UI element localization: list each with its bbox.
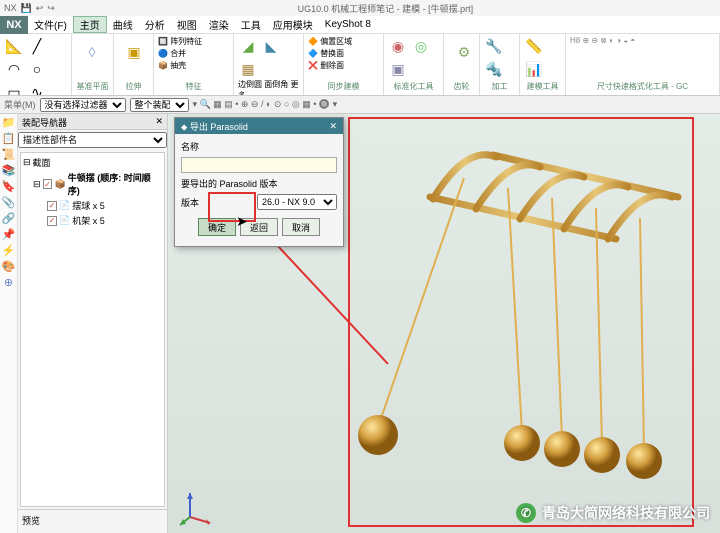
name-label: 名称	[181, 140, 337, 153]
nav-column-select[interactable]: 描述性部件名	[18, 132, 167, 148]
group-sync-label: 同步建模	[308, 80, 379, 93]
datum-plane-icon[interactable]: ◊	[76, 36, 108, 68]
group-std-label: 标准化工具	[388, 80, 439, 93]
nav-title: 装配导航器	[22, 116, 67, 127]
menu-dropdown[interactable]: 菜单(M)	[4, 98, 36, 111]
group-datum-label: 基准平面	[76, 80, 109, 93]
selection-bar: 菜单(M) 没有选择过滤器 整个装配 ▾ 🔍 ▦ ▤ • ⊕ ⊖ / ◐ ⊙ ○…	[0, 96, 720, 114]
menu-bar: NX 文件(F) 主页 曲线 分析 视图 渲染 工具 应用模块 KeyShot …	[0, 16, 720, 34]
mt1-icon[interactable]: 📏	[524, 36, 544, 56]
tool6-icon[interactable]: 📎	[2, 196, 16, 210]
nx-logo: NX	[0, 16, 28, 34]
tool8-icon[interactable]: 📌	[2, 228, 16, 242]
assembly-navigator: 装配导航器 ✕ 描述性部件名 ⊟截面 ⊟📦牛顿摆 (顺序: 时间顺序) 📄摆球 …	[18, 114, 168, 533]
hist-icon[interactable]: 📜	[2, 148, 16, 162]
dialog-title: ⬥ 导出 Parasolid	[181, 120, 248, 133]
tab-app[interactable]: 应用模块	[267, 17, 319, 32]
group-extrude-label: 拉伸	[118, 80, 149, 93]
mfg1-icon[interactable]: 🔧	[484, 36, 504, 56]
std1-icon[interactable]: ◉	[388, 36, 408, 56]
nav-close-icon[interactable]: ✕	[155, 116, 163, 127]
child1-checkbox[interactable]	[47, 201, 57, 211]
line-icon[interactable]: ╱	[27, 36, 47, 56]
left-toolbar: 📁 📋 📜 📚 🔖 📎 🔗 📌 ⚡ 🎨 ⊕	[0, 114, 18, 533]
redo-icon[interactable]: ↪	[47, 3, 55, 14]
arc-icon[interactable]: ◠	[4, 59, 24, 79]
circle-icon[interactable]: ○	[27, 59, 47, 79]
tree-root: ⊟📦牛顿摆 (顺序: 时间顺序)	[23, 170, 162, 198]
tree-child-2: 📄机架 x 5	[23, 213, 162, 228]
unite-feature[interactable]: 🔵 合并	[158, 48, 229, 59]
tab-curve[interactable]: 曲线	[107, 17, 139, 32]
child2-checkbox[interactable]	[47, 216, 57, 226]
mt2-icon[interactable]: 📊	[524, 59, 544, 79]
shell-feature[interactable]: 📦 抽壳	[158, 60, 229, 71]
title-bar: NX 💾 ↩ ↪ UG10.0 机械工程师笔记 - 建模 - [牛顿摆.prt]	[0, 0, 720, 16]
std3-icon[interactable]: ▣	[388, 59, 408, 79]
tab-view[interactable]: 视图	[171, 17, 203, 32]
dialog-close-icon[interactable]: ✕	[329, 121, 337, 132]
replace-face[interactable]: 🔷 替换面	[308, 48, 379, 59]
tree-child-1: 📄摆球 x 5	[23, 198, 162, 213]
blend-icon[interactable]: ◢	[238, 36, 258, 56]
part-icon[interactable]: 📋	[2, 132, 16, 146]
gear-icon[interactable]: ⚙	[448, 36, 480, 68]
scope-select[interactable]: 整个装配	[130, 98, 189, 112]
tool11-icon[interactable]: ⊕	[2, 276, 16, 290]
tree-section: ⊟截面	[23, 155, 162, 170]
nav-icon[interactable]: 📁	[2, 116, 16, 130]
tool7-icon[interactable]: 🔗	[2, 212, 16, 226]
window-title: UG10.0 机械工程师笔记 - 建模 - [牛顿摆.prt]	[55, 2, 716, 15]
rect-icon[interactable]: ▭	[4, 82, 24, 96]
wechat-icon: ✆	[516, 503, 536, 523]
filter-select[interactable]: 没有选择过滤器	[40, 98, 126, 112]
tab-keyshot[interactable]: KeyShot 8	[319, 19, 377, 30]
watermark: ✆ 青岛大简网络科技有限公司	[516, 503, 710, 523]
tab-analysis[interactable]: 分析	[139, 17, 171, 32]
mfg2-icon[interactable]: 🔩	[484, 59, 504, 79]
view-triad-icon	[178, 487, 218, 527]
model-render	[348, 117, 694, 527]
nav-preview-label[interactable]: 预览	[18, 509, 167, 533]
more-icon[interactable]: ▦	[238, 59, 258, 79]
delete-face[interactable]: ❌ 删除面	[308, 60, 379, 71]
offset-region[interactable]: 🔶 偏置区域	[308, 36, 379, 47]
cancel-button[interactable]: 取消	[282, 218, 320, 236]
version-short-label: 版本	[181, 196, 199, 209]
tab-tools[interactable]: 工具	[235, 17, 267, 32]
app-nx-label: NX	[4, 3, 17, 13]
pattern-feature[interactable]: 🔲 阵列特征	[158, 36, 229, 47]
ok-button[interactable]: 确定	[198, 218, 236, 236]
tool10-icon[interactable]: 🎨	[2, 260, 16, 274]
tool9-icon[interactable]: ⚡	[2, 244, 16, 258]
group-mfg-label: 加工	[484, 80, 515, 93]
extrude-icon[interactable]: ▣	[118, 36, 150, 68]
version-section-label: 要导出的 Parasolid 版本	[181, 177, 337, 190]
version-select[interactable]: 26.0 - NX 9.0	[257, 194, 337, 210]
std2-icon[interactable]: ◎	[411, 36, 431, 56]
sketch-icon[interactable]: 📐	[4, 36, 24, 56]
group-gear-label: 齿轮	[448, 80, 475, 93]
undo-icon[interactable]: ↩	[36, 3, 44, 14]
back-button[interactable]: 返回	[240, 218, 278, 236]
ribbon: 📐 ╱ ◠ ○ ▭ ∿ + 直接草图 ◊ 基准平面 ▣ 拉伸 🔲 阵列特征 🔵 …	[0, 34, 720, 96]
group-dim-label: 尺寸快速格式化工具 - GC	[570, 80, 715, 93]
layer-icon[interactable]: 📚	[2, 164, 16, 178]
tab-render[interactable]: 渲染	[203, 17, 235, 32]
menu-file[interactable]: 文件(F)	[28, 17, 73, 32]
tab-home[interactable]: 主页	[73, 16, 107, 33]
name-input[interactable]	[181, 157, 337, 173]
chamfer-icon[interactable]: ◣	[261, 36, 281, 56]
save-icon[interactable]: 💾	[21, 3, 32, 14]
watermark-text: 青岛大简网络科技有限公司	[542, 503, 710, 523]
tool5-icon[interactable]: 🔖	[2, 180, 16, 194]
group-feature-label: 特征	[158, 80, 229, 93]
group-modeltool-label: 建模工具	[524, 80, 561, 93]
nav-tree[interactable]: ⊟截面 ⊟📦牛顿摆 (顺序: 时间顺序) 📄摆球 x 5 📄机架 x 5	[20, 152, 165, 507]
root-checkbox[interactable]	[43, 179, 53, 189]
viewport[interactable]: ⬥ 导出 Parasolid ✕ 名称 要导出的 Parasolid 版本 版本…	[168, 114, 720, 533]
spline-icon[interactable]: ∿	[27, 82, 47, 96]
export-parasolid-dialog: ⬥ 导出 Parasolid ✕ 名称 要导出的 Parasolid 版本 版本…	[174, 117, 344, 247]
